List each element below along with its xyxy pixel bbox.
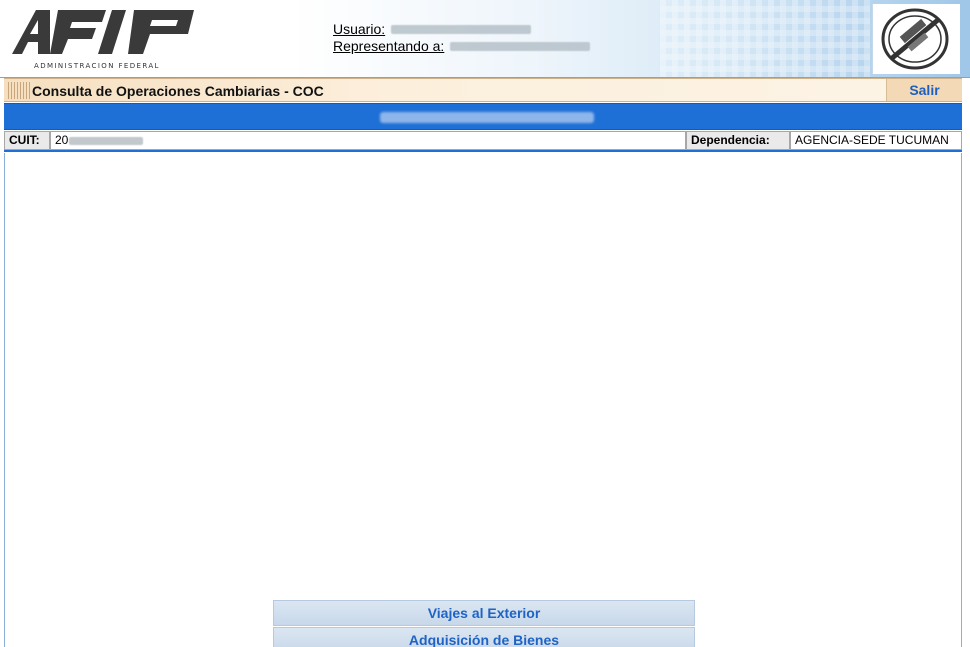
exit-button[interactable]: Salir [886,79,962,101]
info-row: CUIT: 20 Dependencia: AGENCIA-SEDE TUCUM… [4,130,962,152]
represent-line: Representando a: [333,38,591,55]
afip-seal [872,4,960,74]
logo-caption: ADMINISTRACION FEDERAL [34,62,160,70]
title-bar: Consulta de Operaciones Cambiarias - COC… [4,78,962,102]
cuit-redacted [69,136,144,145]
user-info: Usuario: Representando a: [333,21,591,55]
afip-logo: ADMINISTRACION FEDERAL [10,6,202,70]
taxpayer-name-bar [4,103,962,130]
menu-item-travel-abroad[interactable]: Viajes al Exterior [273,600,695,626]
cuit-label: CUIT: [4,131,50,150]
dependency-value: AGENCIA-SEDE TUCUMAN [790,131,962,150]
taxpayer-name-redacted [380,112,594,123]
afip-logo-icon [12,10,194,54]
represent-label: Representando a: [333,38,445,54]
app-header: ADMINISTRACION FEDERAL Usuario: Represen… [0,0,970,78]
page-title: Consulta de Operaciones Cambiarias - COC [32,83,324,99]
cuit-prefix: 20 [55,133,69,147]
user-name-redacted [391,25,532,34]
decorative-pattern [660,0,870,77]
afip-seal-icon [881,8,949,70]
dependency-label: Dependencia: [686,131,790,150]
user-label: Usuario: [333,21,386,37]
menu-item-goods-acquisition[interactable]: Adquisición de Bienes [273,627,695,647]
user-line: Usuario: [333,21,590,38]
main-content: Viajes al Exterior Adquisición de Bienes [4,153,962,647]
represent-name-redacted [450,42,591,51]
cuit-value: 20 [50,131,686,150]
title-stripes-icon [8,82,30,99]
